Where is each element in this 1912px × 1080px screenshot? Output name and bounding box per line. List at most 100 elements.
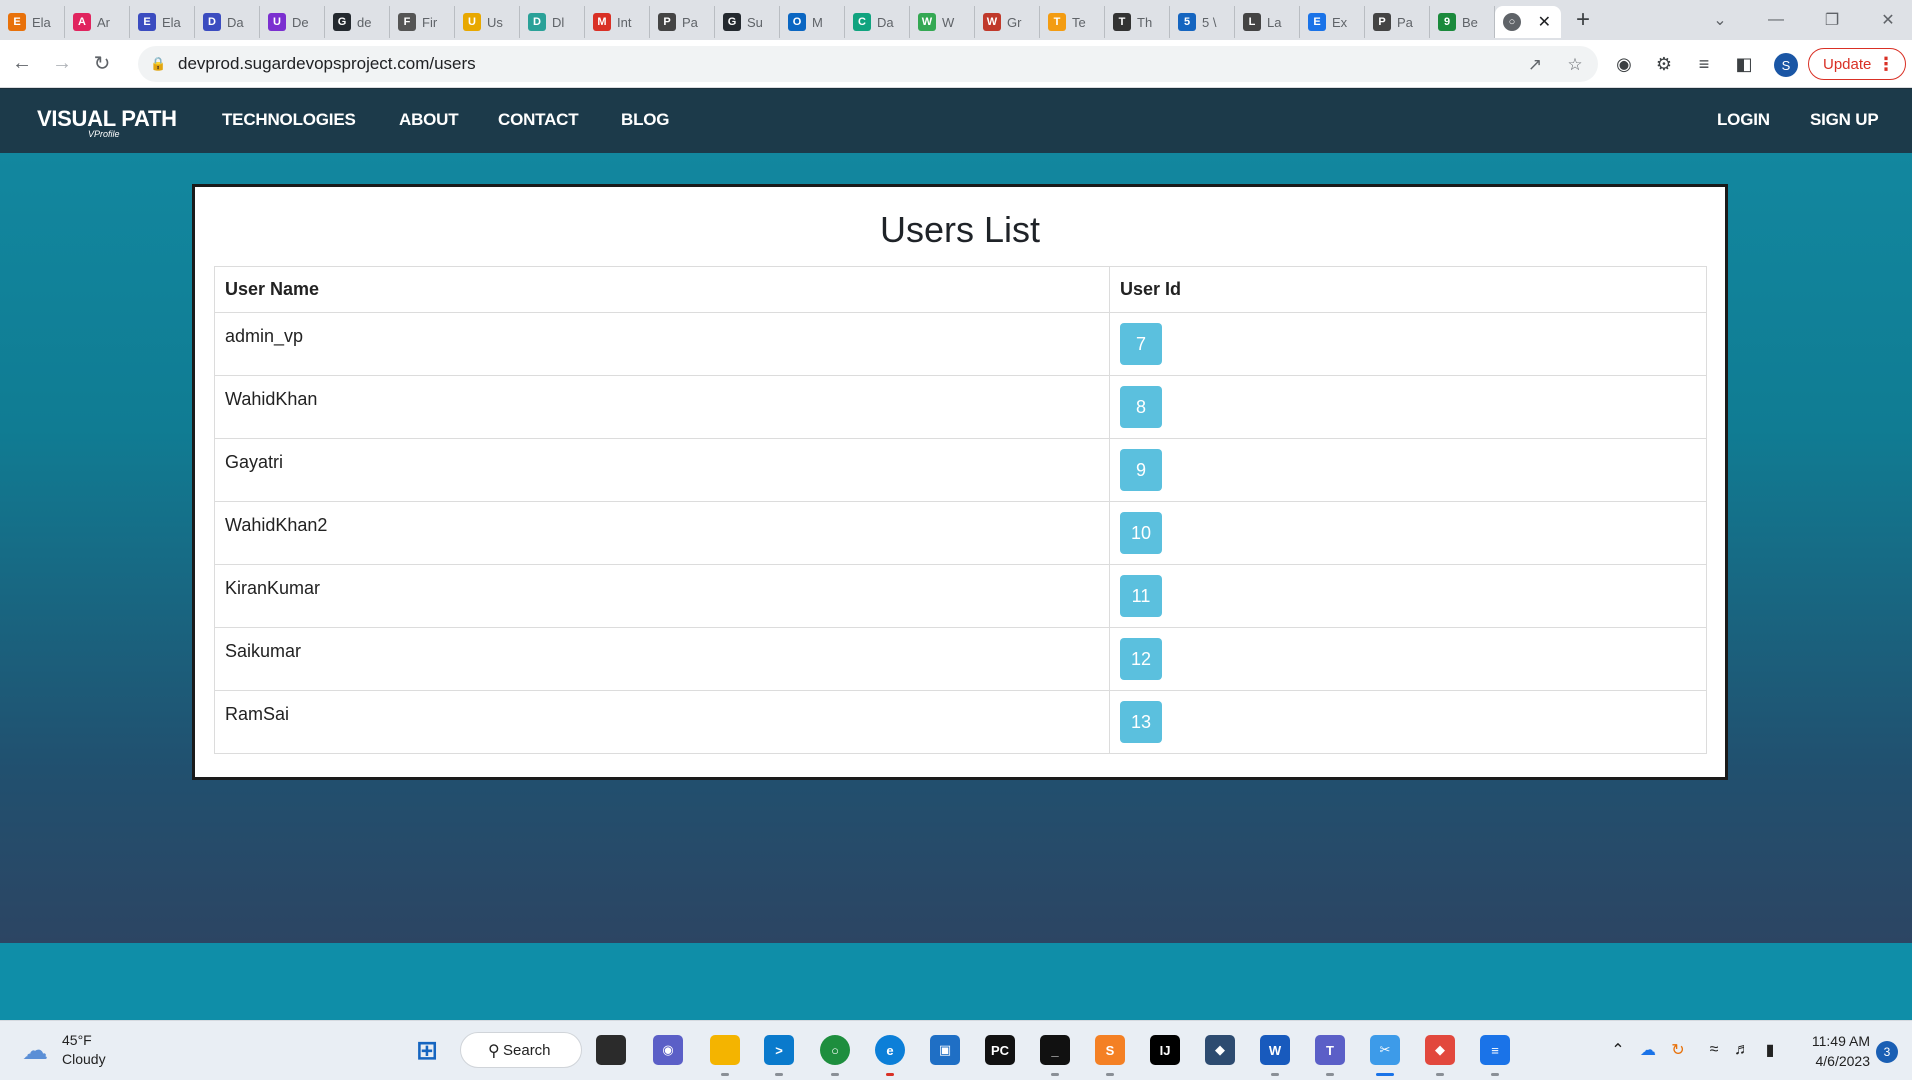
browser-tab[interactable]: F Fir: [390, 6, 455, 38]
chrome-icon[interactable]: ○: [820, 1035, 850, 1065]
browser-tab[interactable]: WW: [910, 6, 975, 38]
nav-contact[interactable]: CONTACT: [498, 110, 579, 130]
virtualbox-icon[interactable]: ◆: [1205, 1035, 1235, 1065]
browser-tab[interactable]: T Te: [1040, 6, 1105, 38]
running-indicator: [1491, 1073, 1499, 1076]
browser-tab[interactable]: U De: [260, 6, 325, 38]
nav-about[interactable]: ABOUT: [399, 110, 459, 130]
tab-title: Dl: [552, 14, 565, 30]
nav-technologies[interactable]: TECHNOLOGIES: [222, 110, 356, 130]
git-gui-icon[interactable]: ◆: [1425, 1035, 1455, 1065]
close-window-button[interactable]: ✕: [1860, 0, 1912, 40]
weather-widget[interactable]: ☁ 45°F Cloudy: [22, 1031, 106, 1069]
tab-favicon-icon: D: [203, 13, 221, 31]
side-panel-icon[interactable]: ◧: [1732, 52, 1756, 76]
table-header-row: User Name User Id: [214, 266, 1707, 313]
tab-favicon-icon: C: [853, 13, 871, 31]
share-icon[interactable]: ↗: [1525, 55, 1545, 75]
nav-sign-up[interactable]: SIGN UP: [1810, 110, 1879, 130]
browser-tab[interactable]: A Ar: [65, 6, 130, 38]
store-icon[interactable]: ▣: [930, 1035, 960, 1065]
browser-tab[interactable]: P Pa: [650, 6, 715, 38]
taskbar-search[interactable]: ⚲ Search: [460, 1032, 582, 1068]
tab-favicon-icon: W: [983, 13, 1001, 31]
tab-title: Th: [1137, 14, 1153, 30]
chevron-up-icon[interactable]: ⌃: [1608, 1040, 1628, 1060]
nav-login[interactable]: LOGIN: [1717, 110, 1770, 130]
sync-icon[interactable]: ↻: [1668, 1040, 1688, 1060]
browser-tab[interactable]: D Dl: [520, 6, 585, 38]
browser-tab[interactable]: D Da: [195, 6, 260, 38]
update-button[interactable]: Update ⋮: [1808, 48, 1906, 80]
table-row: Saikumar 12: [214, 627, 1707, 691]
user-id-badge[interactable]: 9: [1120, 449, 1162, 491]
volume-icon[interactable]: ♬: [1732, 1040, 1752, 1060]
browser-tab[interactable]: T Th: [1105, 6, 1170, 38]
battery-icon[interactable]: ▮: [1760, 1040, 1780, 1060]
teams-icon[interactable]: T: [1315, 1035, 1345, 1065]
browser-tab[interactable]: 5 5 \: [1170, 6, 1235, 38]
browser-tab[interactable]: U Us: [455, 6, 520, 38]
reload-button[interactable]: ↻: [84, 46, 120, 82]
close-tab-icon[interactable]: ✕: [1538, 12, 1551, 32]
user-id-badge[interactable]: 12: [1120, 638, 1162, 680]
browser-tab[interactable]: OM: [780, 6, 845, 38]
windows-start-icon[interactable]: ⊞: [412, 1035, 442, 1065]
user-id-badge[interactable]: 10: [1120, 512, 1162, 554]
tab-title: Pa: [682, 14, 698, 30]
bookmark-star-icon[interactable]: ☆: [1565, 55, 1585, 75]
browser-tab[interactable]: Gde: [325, 6, 390, 38]
weather-description: Cloudy: [62, 1051, 106, 1067]
system-clock[interactable]: 11:49 AM 4/6/2023: [1800, 1031, 1870, 1071]
browser-tab[interactable]: G Su: [715, 6, 780, 38]
maximize-button[interactable]: ❐: [1804, 0, 1860, 40]
back-button[interactable]: ←: [4, 46, 40, 82]
file-explorer-icon[interactable]: [710, 1035, 740, 1065]
user-id-badge[interactable]: 13: [1120, 701, 1162, 743]
user-id-badge[interactable]: 8: [1120, 386, 1162, 428]
minimize-button[interactable]: —: [1748, 0, 1804, 40]
active-browser-tab[interactable]: ○ ✕: [1495, 6, 1561, 38]
tab-favicon-icon: P: [658, 13, 676, 31]
running-indicator: [1051, 1073, 1059, 1076]
snipping-tool-icon[interactable]: ✂: [1370, 1035, 1400, 1065]
intellij-icon[interactable]: IJ: [1150, 1035, 1180, 1065]
nav-blog[interactable]: BLOG: [621, 110, 670, 130]
browser-tab[interactable]: E Ela: [130, 6, 195, 38]
tab-search-chevron-icon[interactable]: ⌄: [1692, 0, 1748, 40]
pycharm-icon[interactable]: PC: [985, 1035, 1015, 1065]
flag-extension-icon[interactable]: ◉: [1612, 52, 1636, 76]
user-id-cell: 13: [1109, 690, 1707, 754]
browser-tab[interactable]: E Ex: [1300, 6, 1365, 38]
browser-tab[interactable]: W Gr: [975, 6, 1040, 38]
browser-tab[interactable]: M Int: [585, 6, 650, 38]
browser-tab[interactable]: C Da: [845, 6, 910, 38]
user-name-cell: WahidKhan2: [214, 501, 1110, 565]
user-id-badge[interactable]: 11: [1120, 575, 1162, 617]
wifi-icon[interactable]: ≈: [1704, 1040, 1724, 1060]
notification-badge[interactable]: 3: [1876, 1041, 1898, 1063]
forward-button[interactable]: →: [44, 46, 80, 82]
teams-chat-icon[interactable]: ◉: [653, 1035, 683, 1065]
terminal-icon[interactable]: _: [1040, 1035, 1070, 1065]
onedrive-icon[interactable]: ☁: [1638, 1040, 1658, 1060]
profile-avatar[interactable]: S: [1774, 53, 1798, 77]
user-id-badge[interactable]: 7: [1120, 323, 1162, 365]
browser-tab[interactable]: E Ela: [0, 6, 65, 38]
vscode-icon[interactable]: >: [764, 1035, 794, 1065]
user-id-cell: 10: [1109, 501, 1707, 565]
tab-favicon-icon: E: [1308, 13, 1326, 31]
address-bar[interactable]: 🔒 devprod.sugardevopsproject.com/users: [138, 46, 1598, 82]
sublime-text-icon[interactable]: S: [1095, 1035, 1125, 1065]
browser-tab[interactable]: 9 Be: [1430, 6, 1495, 38]
update-label: Update: [1823, 55, 1872, 73]
browser-tab[interactable]: L La: [1235, 6, 1300, 38]
browser-tab[interactable]: P Pa: [1365, 6, 1430, 38]
word-icon[interactable]: W: [1260, 1035, 1290, 1065]
edge-icon[interactable]: e: [875, 1035, 905, 1065]
new-tab-button[interactable]: +: [1563, 4, 1603, 36]
reading-list-icon[interactable]: ≡: [1692, 52, 1716, 76]
extensions-puzzle-icon[interactable]: ⚙: [1652, 52, 1676, 76]
task-view-icon[interactable]: [596, 1035, 626, 1065]
notepad-icon[interactable]: ≡: [1480, 1035, 1510, 1065]
